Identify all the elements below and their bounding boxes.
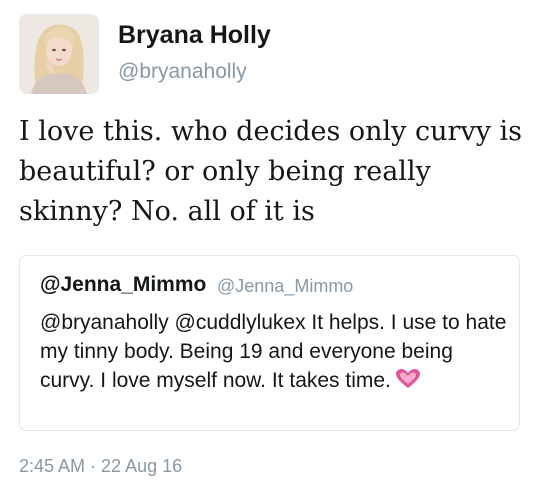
- avatar[interactable]: [19, 14, 99, 94]
- tweet-timestamp[interactable]: 2:45 AM · 22 Aug 16: [19, 456, 182, 477]
- pink-heart-icon: [395, 368, 421, 398]
- author-display-name[interactable]: Bryana Holly: [118, 21, 271, 50]
- tweet-card: Bryana Holly @bryanaholly I love this. w…: [0, 0, 540, 497]
- tweet-text: I love this. who decides only curvy is b…: [19, 116, 523, 227]
- author-handle[interactable]: @bryanaholly: [118, 60, 247, 84]
- quoted-tweet-text: @bryanaholly @cuddlylukex It helps. I us…: [40, 308, 510, 398]
- profile-photo-icon: [19, 14, 99, 94]
- quoted-author-handle[interactable]: @Jenna_Mimmo: [217, 276, 353, 297]
- quoted-tweet-body: @bryanaholly @cuddlylukex It helps. I us…: [40, 311, 507, 392]
- quoted-tweet[interactable]: @Jenna_Mimmo @Jenna_Mimmo @bryanaholly @…: [19, 255, 520, 431]
- quoted-author-name[interactable]: @Jenna_Mimmo: [40, 273, 206, 297]
